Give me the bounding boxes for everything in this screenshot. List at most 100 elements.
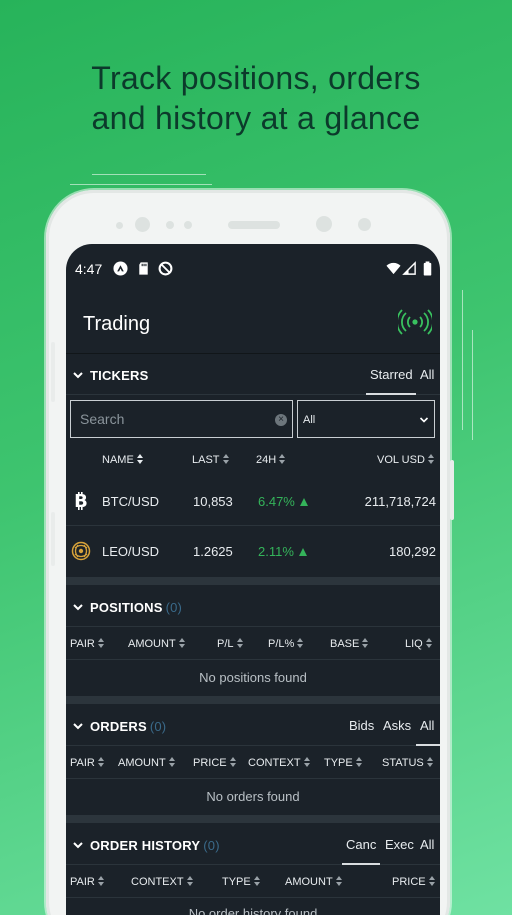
section-divider [66, 577, 440, 585]
decor-line [472, 330, 473, 440]
order-history-column-header: PAIR CONTEXT TYPE AMOUNT PRICE [66, 866, 440, 898]
sort-icon [136, 454, 144, 464]
sort-icon [97, 757, 105, 767]
up-arrow-icon [299, 498, 308, 506]
positions-title: POSITIONS (0) [90, 600, 183, 615]
orders-count: (0) [149, 719, 167, 734]
clear-search-icon[interactable]: × [275, 414, 287, 426]
sort-icon [168, 757, 176, 767]
speaker-grille [228, 221, 280, 229]
tab-all[interactable]: All [420, 367, 434, 382]
sort-icon [362, 638, 369, 648]
tab-all[interactable]: All [420, 718, 434, 733]
phone-side-button [51, 512, 55, 566]
status-bar: 4:47 [66, 244, 440, 292]
sensor-dot [166, 221, 174, 229]
sort-icon [236, 638, 244, 648]
search-input[interactable] [71, 401, 292, 437]
ticker-name: BTC/USD [102, 494, 160, 509]
order-history-header[interactable]: ORDER HISTORY (0) Canc Exec All [66, 825, 440, 865]
tab-starred[interactable]: Starred [370, 367, 413, 382]
tab-bids[interactable]: Bids [349, 718, 374, 733]
sort-icon [253, 876, 261, 886]
col-pl[interactable]: P/L [217, 638, 244, 650]
col-context[interactable]: CONTEXT [131, 876, 194, 888]
col-pair[interactable]: PAIR [70, 876, 105, 888]
col-24h[interactable]: 24H [256, 454, 286, 466]
chevron-down-icon[interactable] [72, 839, 84, 851]
data-saver-icon [158, 261, 173, 276]
ticker-name: LEO/USD [102, 544, 160, 559]
tab-asks[interactable]: Asks [383, 718, 411, 733]
decor-line [92, 174, 206, 175]
ticker-volume: 211,718,724 [364, 494, 436, 509]
col-amount[interactable]: AMOUNT [118, 757, 176, 769]
col-price[interactable]: PRICE [392, 876, 436, 888]
ticker-change: 6.47% [258, 494, 308, 509]
sort-icon [355, 757, 363, 767]
col-context[interactable]: CONTEXT [248, 757, 311, 769]
up-arrow-icon [298, 548, 307, 556]
col-pl-percent[interactable]: P/L% [268, 638, 304, 650]
order-history-count: (0) [203, 838, 220, 853]
orders-header[interactable]: ORDERS (0) Bids Asks All [66, 706, 440, 746]
sort-icon [335, 876, 343, 886]
col-vol-usd[interactable]: VOL USD [377, 454, 435, 466]
page-title: Trading [83, 313, 151, 335]
phone-top-bezel [46, 190, 450, 250]
sd-card-icon [139, 262, 148, 275]
leo-icon [71, 541, 91, 561]
sort-icon [428, 876, 436, 886]
orders-column-header: PAIR AMOUNT PRICE CONTEXT TYPE STATUS [66, 747, 440, 779]
positions-header[interactable]: POSITIONS (0) [66, 587, 440, 627]
tab-exec[interactable]: Exec [385, 837, 414, 852]
section-divider [66, 815, 440, 823]
sort-icon [178, 638, 186, 648]
signal-icon [402, 261, 416, 275]
col-price[interactable]: PRICE [193, 757, 237, 769]
sort-icon [186, 876, 194, 886]
col-base[interactable]: BASE [330, 638, 369, 650]
col-amount[interactable]: AMOUNT [285, 876, 343, 888]
chevron-down-icon[interactable] [72, 720, 84, 732]
col-name[interactable]: NAME [102, 454, 144, 466]
sort-icon [229, 757, 237, 767]
col-type[interactable]: TYPE [222, 876, 261, 888]
order-history-empty-message: No order history found [188, 906, 318, 915]
sort-icon [297, 638, 304, 648]
tickers-header[interactable]: TICKERS Starred All [66, 355, 440, 395]
col-liq[interactable]: LIQ [405, 638, 433, 650]
sensor-dot [184, 221, 192, 229]
order-history-title: ORDER HISTORY (0) [90, 838, 220, 853]
active-tab-indicator [416, 744, 440, 746]
tab-all[interactable]: All [420, 837, 434, 852]
sensor-dot [358, 218, 371, 231]
battery-icon [423, 261, 432, 276]
col-type[interactable]: TYPE [324, 757, 363, 769]
ticker-row[interactable]: B BTC/USD 10,853 6.47% 211,718,724 [66, 476, 440, 526]
sort-icon [303, 757, 311, 767]
wifi-icon [386, 262, 401, 275]
ticker-filter-select[interactable]: All [297, 400, 435, 438]
decor-line [462, 290, 463, 430]
ticker-row[interactable]: LEO/USD 1.2625 2.11% 180,292 [66, 526, 440, 576]
col-amount[interactable]: AMOUNT [128, 638, 186, 650]
sort-icon [97, 876, 105, 886]
active-tab-indicator [366, 393, 416, 395]
ticker-volume: 180,292 [389, 544, 436, 559]
live-broadcast-icon[interactable] [398, 308, 432, 336]
col-status[interactable]: STATUS [382, 757, 434, 769]
filter-selected-value: All [303, 414, 316, 426]
active-tab-indicator [342, 863, 380, 865]
tickers-column-header: NAME LAST 24H VOL USD [66, 442, 440, 478]
col-last[interactable]: LAST [192, 454, 230, 466]
col-pair[interactable]: PAIR [70, 757, 105, 769]
sort-icon [426, 757, 434, 767]
search-field[interactable]: × [70, 400, 293, 438]
col-pair[interactable]: PAIR [70, 638, 105, 650]
chevron-down-icon[interactable] [72, 369, 84, 381]
headline-line-2: and history at a glance [91, 100, 421, 136]
app-bar: Trading [66, 292, 440, 354]
tab-canc[interactable]: Canc [346, 837, 376, 852]
chevron-down-icon[interactable] [72, 601, 84, 613]
